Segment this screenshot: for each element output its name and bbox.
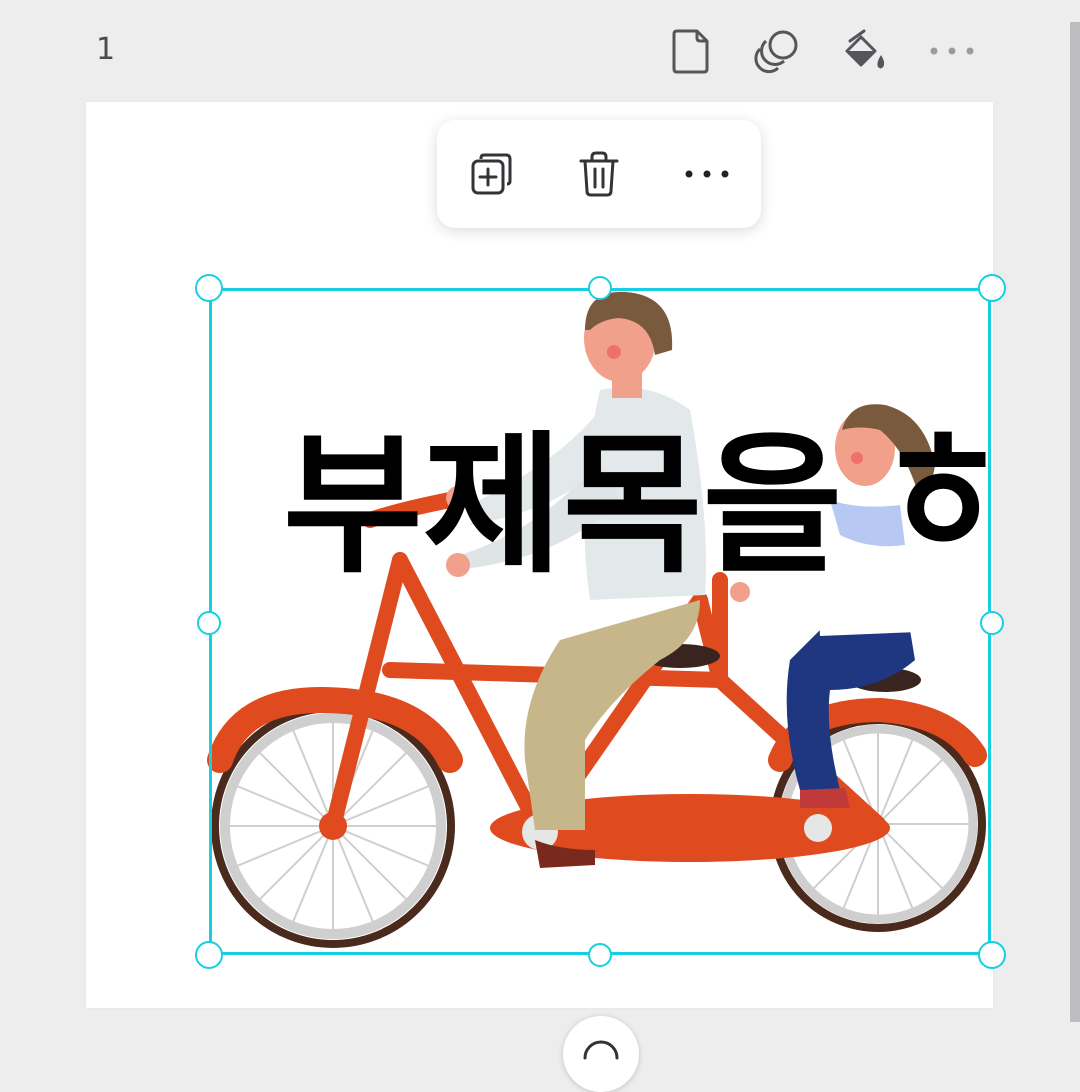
page-icon[interactable] [666, 26, 716, 76]
more-options-icon[interactable] [677, 144, 737, 204]
fill-color-icon[interactable] [840, 26, 890, 76]
page-number: 1 [96, 32, 116, 67]
resize-handle-right[interactable] [980, 611, 1004, 635]
resize-handle-bottom-right[interactable] [978, 941, 1006, 969]
rotate-handle[interactable] [563, 1016, 639, 1092]
element-context-toolbar [437, 120, 761, 228]
rotate-icon [583, 1040, 619, 1060]
duplicate-icon[interactable] [462, 144, 522, 204]
more-options-icon[interactable] [927, 26, 977, 76]
resize-handle-bottom-left[interactable] [195, 941, 223, 969]
resize-handle-top-left[interactable] [195, 274, 223, 302]
vertical-scrollbar[interactable] [1070, 22, 1080, 1022]
resize-handle-bottom[interactable] [588, 943, 612, 967]
delete-icon[interactable] [569, 144, 629, 204]
subtitle-text-element[interactable]: 부제목을 하 [283, 430, 993, 582]
resize-handle-left[interactable] [197, 611, 221, 635]
layers-icon[interactable] [753, 26, 803, 76]
resize-handle-top-right[interactable] [978, 274, 1006, 302]
resize-handle-top[interactable] [588, 276, 612, 300]
